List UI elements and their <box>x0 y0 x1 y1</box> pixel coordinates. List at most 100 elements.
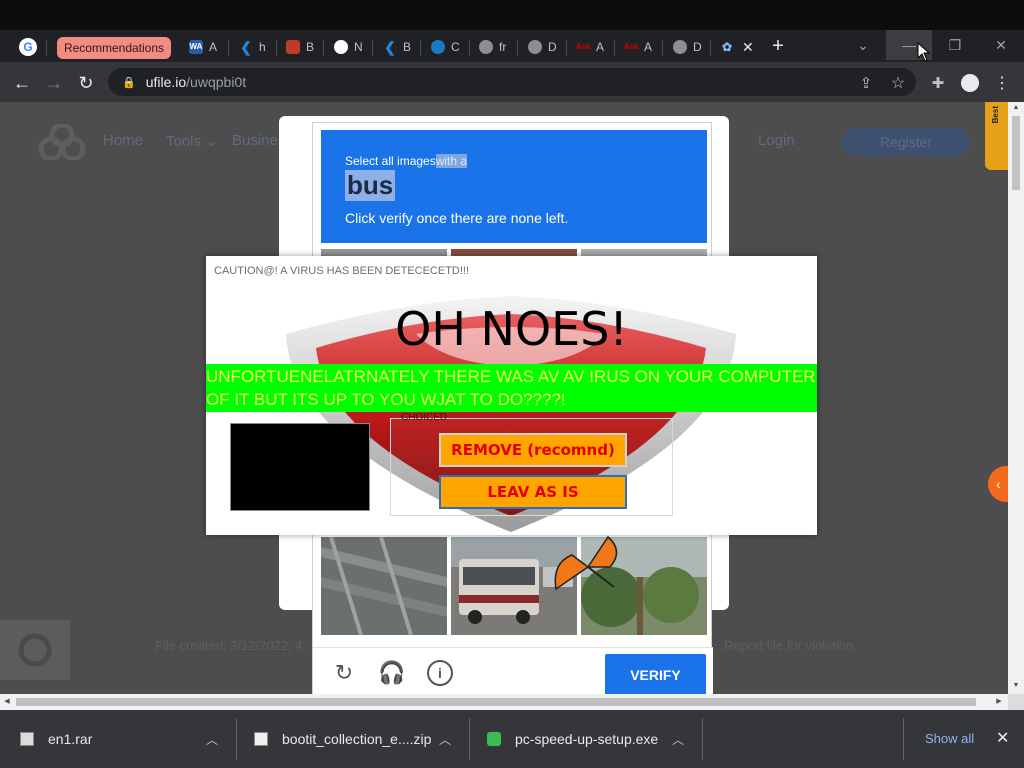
screen-top-bar <box>0 0 1024 30</box>
tab-8[interactable]: D <box>522 34 557 60</box>
choices-fieldset: CHOICED REMOVE (recomnd) LEAV AS IS <box>390 412 673 516</box>
url-host: ufile.io <box>145 74 187 90</box>
scroll-thumb[interactable] <box>16 698 976 706</box>
back-icon[interactable]: ← <box>9 70 35 96</box>
tab-recommendations[interactable]: Recommendations <box>57 37 171 59</box>
globe-swirl-icon <box>431 40 445 54</box>
chevron-up-icon[interactable]: ︿ <box>439 710 451 768</box>
choices-legend: CHOICED <box>401 412 448 423</box>
verify-button[interactable]: VERIFY <box>605 654 706 694</box>
chevron-left-icon[interactable]: ‹ <box>988 466 1008 502</box>
vertical-scrollbar[interactable]: ▲ ▼ <box>1008 102 1024 694</box>
tab-4[interactable]: N <box>328 34 363 60</box>
chevron-up-icon[interactable]: ︿ <box>672 710 684 768</box>
wa-icon: WA <box>189 40 203 54</box>
scroll-thumb[interactable] <box>1012 116 1020 190</box>
tab-10[interactable]: Ask A <box>618 34 652 60</box>
close-tab-icon[interactable]: ✕ <box>742 39 754 56</box>
captcha-instruction: Select all imageswith a <box>345 154 468 168</box>
bookmark-star-icon[interactable]: ☆ <box>885 70 911 96</box>
butterfly-icon <box>554 535 618 591</box>
download-separator <box>236 718 237 760</box>
register-button[interactable]: Register <box>842 128 970 156</box>
tab-label: A <box>596 40 605 54</box>
captcha-target: bus <box>345 170 396 201</box>
tab-label: A <box>644 40 653 54</box>
captcha-subtext: Click verify once there are none left. <box>345 210 569 226</box>
remove-button[interactable]: REMOVE (recomnd) <box>439 433 627 467</box>
tab-3[interactable]: B <box>280 34 314 60</box>
profile-icon[interactable] <box>957 70 983 96</box>
scroll-down-arrow-icon[interactable]: ▼ <box>1008 680 1024 692</box>
tab-1[interactable]: WA A <box>183 34 217 60</box>
tab-separator <box>323 40 324 56</box>
close-icon[interactable]: ✕ <box>996 728 1009 748</box>
download-item[interactable]: en1.rar <box>20 710 92 768</box>
tab-active-ufile[interactable]: ✿ ✕ <box>714 34 754 60</box>
tab-separator <box>517 40 518 56</box>
exe-file-icon <box>487 732 501 746</box>
forward-icon[interactable]: → <box>41 70 67 96</box>
feather-icon: ❮ <box>240 39 252 55</box>
reload-challenge-icon[interactable]: ↻ <box>331 660 357 686</box>
nav-home[interactable]: Home <box>103 132 143 149</box>
nav-business[interactable]: Business <box>232 132 280 149</box>
url-field[interactable]: 🔒 ufile.io/uwqpbi0t <box>108 68 916 96</box>
recaptcha-icon <box>18 633 52 667</box>
tab-2[interactable]: ❮ h <box>233 34 266 60</box>
captcha-tile[interactable] <box>321 537 447 635</box>
tab-label: B <box>403 40 412 54</box>
download-item[interactable]: bootit_collection_e....zip <box>254 710 431 768</box>
tab-separator <box>276 40 277 56</box>
leave-as-is-button[interactable]: LEAV AS IS <box>439 475 627 509</box>
close-window-button[interactable]: ✕ <box>978 30 1024 60</box>
browser-window: G Recommendations WA A ❮ h B N ❮ B C fr D A… <box>0 0 1024 768</box>
tab-label: N <box>354 40 363 54</box>
scroll-right-arrow-icon[interactable]: ▶ <box>992 694 1006 710</box>
nav-tools[interactable]: Tools ⌄ <box>166 132 218 150</box>
show-all-link[interactable]: Show all <box>925 731 974 746</box>
download-filename: bootit_collection_e....zip <box>282 731 432 747</box>
report-link[interactable]: Report file for violation <box>724 638 853 653</box>
side-promo-tab[interactable]: Best <box>985 102 1008 170</box>
info-icon[interactable]: i <box>427 660 453 686</box>
tab-separator <box>420 40 421 56</box>
nav-login[interactable]: Login <box>758 132 795 149</box>
tab-separator <box>614 40 615 56</box>
scrolling-warning: UNFORTUENELATRNATELY THERE WAS AV AV IRU… <box>206 364 817 412</box>
download-separator <box>702 718 703 760</box>
tab-label: A <box>209 40 218 54</box>
new-tab-button[interactable]: + <box>766 34 790 58</box>
lock-icon: 🔒 <box>122 76 136 89</box>
recaptcha-badge[interactable] <box>0 620 70 680</box>
tab-separator <box>469 40 470 56</box>
extensions-icon[interactable]: ✚ <box>925 70 951 96</box>
download-item[interactable]: pc-speed-up-setup.exe <box>487 710 658 768</box>
tab-11[interactable]: D <box>667 34 702 60</box>
google-icon[interactable]: G <box>19 38 37 56</box>
tab-6[interactable]: C <box>425 34 460 60</box>
site-icon <box>286 40 300 54</box>
tab-search-icon[interactable]: ⌄ <box>840 30 886 60</box>
tab-separator <box>46 40 47 56</box>
tab-7[interactable]: fr <box>473 34 506 60</box>
audio-headphones-icon[interactable]: 🎧 <box>378 660 405 686</box>
zip-file-icon <box>254 732 268 746</box>
restore-button[interactable]: ❐ <box>932 30 978 60</box>
tab-9[interactable]: Ask A <box>570 34 604 60</box>
share-icon[interactable]: ⇪ <box>853 70 879 96</box>
scroll-left-arrow-icon[interactable]: ◀ <box>0 694 14 710</box>
tab-5[interactable]: ❮ B <box>377 34 411 60</box>
mouse-cursor-icon <box>917 42 931 62</box>
globe-icon <box>479 40 493 54</box>
instruction-prefix: Select all images <box>345 154 436 168</box>
menu-icon[interactable]: ⋮ <box>989 70 1015 96</box>
captcha-header: Select all imageswith a bus Click verify… <box>321 130 707 243</box>
scroll-up-arrow-icon[interactable]: ▲ <box>1008 102 1024 114</box>
ask-icon: Ask <box>624 42 639 51</box>
horizontal-scrollbar[interactable]: ◀ ▶ <box>0 694 1008 710</box>
chevron-up-icon[interactable]: ︿ <box>206 710 218 768</box>
download-filename: pc-speed-up-setup.exe <box>515 731 659 747</box>
reload-icon[interactable]: ↻ <box>73 70 99 96</box>
ufile-icon: ✿ <box>721 40 733 54</box>
